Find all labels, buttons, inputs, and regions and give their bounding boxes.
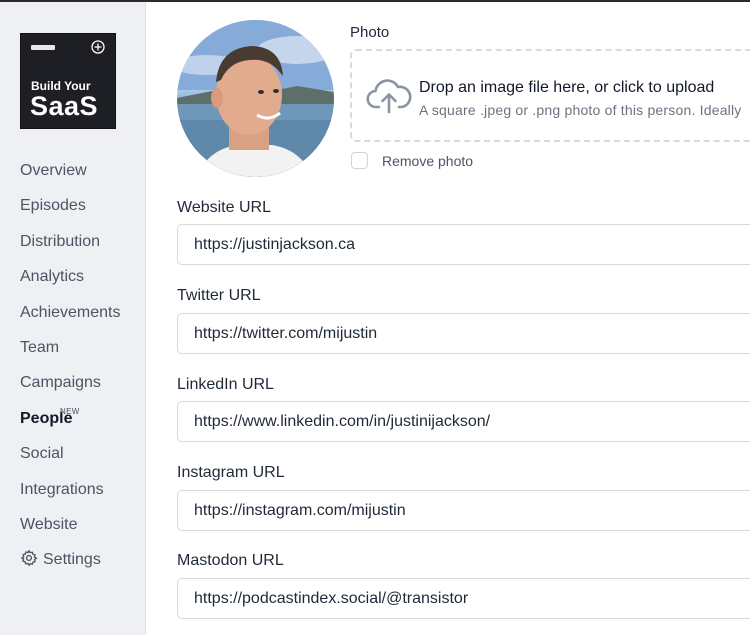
dropzone-subtitle: A square .jpeg or .png photo of this per… (419, 102, 742, 118)
dropzone-title: Drop an image file here, or click to upl… (419, 79, 715, 96)
sidebar-nav: Overview Episodes Distribution Analytics… (20, 157, 121, 582)
sidebar-item-overview[interactable]: Overview (20, 157, 121, 192)
sidebar-item-label: Analytics (20, 268, 85, 286)
sidebar: Build Your SaaS Overview Episodes Distri… (0, 2, 146, 635)
sidebar-item-label: Social (20, 445, 64, 463)
cover-title-line2: SaaS (30, 91, 99, 121)
plus-circle-icon[interactable] (91, 40, 105, 56)
cover-brand-mark (31, 45, 55, 50)
sidebar-item-label: Achievements (20, 303, 121, 321)
photo-dropzone[interactable]: Drop an image file here, or click to upl… (350, 49, 750, 142)
photo-label: Photo (350, 24, 390, 41)
remove-photo-checkbox[interactable] (351, 152, 368, 169)
website-url-input[interactable] (177, 224, 750, 265)
linkedin-url-input[interactable] (177, 401, 750, 442)
person-photo (177, 20, 334, 177)
website-url-label: Website URL (177, 199, 271, 216)
sidebar-item-integrations[interactable]: Integrations (20, 476, 121, 511)
sidebar-item-team[interactable]: Team (20, 334, 121, 369)
sidebar-item-label: Episodes (20, 197, 86, 215)
instagram-url-input[interactable] (177, 490, 750, 531)
sidebar-item-achievements[interactable]: Achievements (20, 299, 121, 334)
mastodon-url-input[interactable] (177, 578, 750, 619)
linkedin-url-label: LinkedIn URL (177, 376, 274, 393)
sidebar-item-analytics[interactable]: Analytics (20, 263, 121, 298)
sidebar-item-label: Settings (43, 551, 101, 569)
sidebar-item-social[interactable]: Social (20, 440, 121, 475)
twitter-url-label: Twitter URL (177, 287, 261, 304)
sidebar-item-label: Website (20, 515, 78, 533)
remove-photo-label[interactable]: Remove photo (382, 153, 473, 169)
cloud-upload-icon (366, 76, 412, 116)
gear-icon (20, 549, 38, 567)
twitter-url-input[interactable] (177, 313, 750, 354)
new-badge: NEW (60, 406, 80, 416)
sidebar-item-label: Integrations (20, 480, 104, 498)
sidebar-item-label: Distribution (20, 232, 101, 250)
mastodon-url-label: Mastodon URL (177, 552, 284, 569)
sidebar-item-people[interactable]: People NEW (20, 405, 121, 440)
sidebar-item-label: Overview (20, 162, 87, 179)
sidebar-item-label: Campaigns (20, 374, 101, 392)
sidebar-item-website[interactable]: Website (20, 511, 121, 546)
instagram-url-label: Instagram URL (177, 464, 285, 481)
sidebar-item-episodes[interactable]: Episodes (20, 192, 121, 227)
sidebar-item-distribution[interactable]: Distribution (20, 228, 121, 263)
sidebar-item-settings[interactable]: Settings (20, 546, 121, 581)
podcast-cover[interactable]: Build Your SaaS (20, 33, 116, 129)
sidebar-item-label: Team (20, 338, 60, 356)
